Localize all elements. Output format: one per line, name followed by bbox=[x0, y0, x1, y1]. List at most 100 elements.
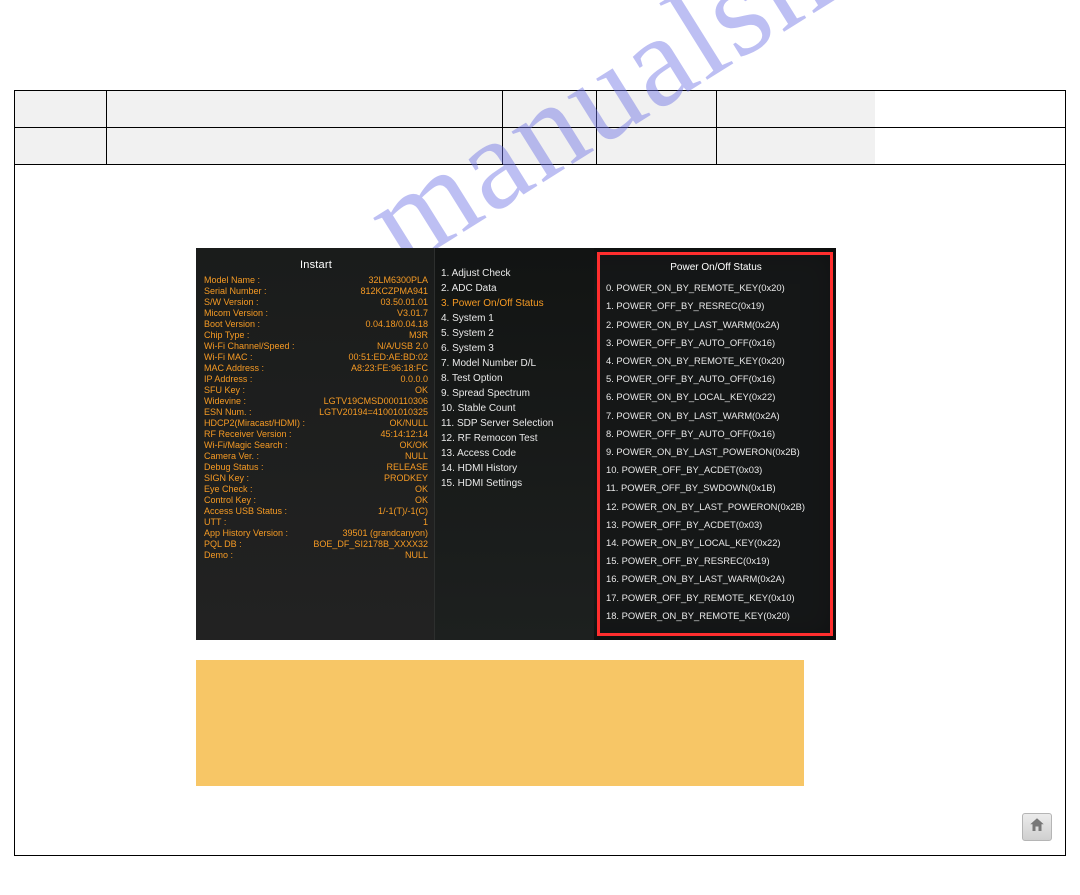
instart-key: PQL DB : bbox=[204, 539, 242, 550]
instart-value: BOE_DF_SI2178B_XXXX32 bbox=[313, 539, 428, 550]
instart-key: HDCP2(Miracast/HDMI) : bbox=[204, 418, 305, 429]
power-status-row: 6. POWER_ON_BY_LOCAL_KEY(0x22) bbox=[606, 388, 826, 406]
home-button[interactable] bbox=[1022, 813, 1052, 841]
instart-key: IP Address : bbox=[204, 374, 252, 385]
power-status-row: 3. POWER_OFF_BY_AUTO_OFF(0x16) bbox=[606, 334, 826, 352]
instart-value: RELEASE bbox=[386, 462, 428, 473]
instart-key: UTT : bbox=[204, 517, 226, 528]
menu-list: 1. Adjust Check2. ADC Data3. Power On/Of… bbox=[434, 248, 594, 640]
menu-item[interactable]: 13. Access Code bbox=[441, 446, 590, 461]
instart-row: RF Receiver Version : 45:14:12:14 bbox=[204, 429, 428, 440]
instart-key: SFU Key : bbox=[204, 385, 245, 396]
menu-item[interactable]: 7. Model Number D/L bbox=[441, 356, 590, 371]
instart-key: SIGN Key : bbox=[204, 473, 249, 484]
instart-key: Chip Type : bbox=[204, 330, 249, 341]
instart-row: Chip Type :M3R bbox=[204, 330, 428, 341]
instart-value: 39501 (grandcanyon) bbox=[342, 528, 428, 539]
menu-item[interactable]: 12. RF Remocon Test bbox=[441, 431, 590, 446]
power-status-row: 2. POWER_ON_BY_LAST_WARM(0x2A) bbox=[606, 316, 826, 334]
menu-item[interactable]: 11. SDP Server Selection bbox=[441, 416, 590, 431]
instart-key: Debug Status : bbox=[204, 462, 264, 473]
instart-value: NULL bbox=[405, 550, 428, 561]
instart-row: Wi-Fi/Magic Search :OK/OK bbox=[204, 440, 428, 451]
hdr-r2c3 bbox=[107, 128, 503, 164]
instart-key: Micom Version : bbox=[204, 308, 268, 319]
instart-row: Control Key :OK bbox=[204, 495, 428, 506]
menu-item[interactable]: 15. HDMI Settings bbox=[441, 476, 590, 491]
instart-key: Access USB Status : bbox=[204, 506, 287, 517]
callout-box bbox=[196, 660, 804, 786]
instart-row: Eye Check :OK bbox=[204, 484, 428, 495]
instart-key: Model Name : bbox=[204, 275, 260, 286]
power-status-row: 15. POWER_OFF_BY_RESREC(0x19) bbox=[606, 552, 826, 570]
instart-row: IP Address : 0.0.0.0 bbox=[204, 374, 428, 385]
instart-key: Serial Number : bbox=[204, 286, 267, 297]
instart-value: 00:51:ED:AE:BD:02 bbox=[348, 352, 428, 363]
hdr-r2c4 bbox=[503, 128, 597, 164]
instart-value: OK bbox=[415, 495, 428, 506]
instart-row: Model Name :32LM6300PLA bbox=[204, 275, 428, 286]
hdr-r2c6 bbox=[717, 128, 875, 164]
menu-item[interactable]: 14. HDMI History bbox=[441, 461, 590, 476]
power-status-row: 18. POWER_ON_BY_REMOTE_KEY(0x20) bbox=[606, 607, 826, 625]
instart-value: PRODKEY bbox=[384, 473, 428, 484]
document-header bbox=[14, 30, 1066, 165]
instart-key: App History Version : bbox=[204, 528, 288, 539]
instart-value: V3.01.7 bbox=[397, 308, 428, 319]
instart-value: NULL bbox=[405, 451, 428, 462]
instart-row: SIGN Key : PRODKEY bbox=[204, 473, 428, 484]
instart-key: Wi-Fi Channel/Speed : bbox=[204, 341, 295, 352]
instart-row: PQL DB : BOE_DF_SI2178B_XXXX32 bbox=[204, 539, 428, 550]
instart-row: App History Version : 39501 (grandcanyon) bbox=[204, 528, 428, 539]
power-status-row: 4. POWER_ON_BY_REMOTE_KEY(0x20) bbox=[606, 352, 826, 370]
instart-row: Wi-Fi Channel/Speed : N/A/USB 2.0 bbox=[204, 341, 428, 352]
instart-row: S/W Version :03.50.01.01 bbox=[204, 297, 428, 308]
power-status-row: 11. POWER_OFF_BY_SWDOWN(0x1B) bbox=[606, 479, 826, 497]
power-status-row: 13. POWER_OFF_BY_ACDET(0x03) bbox=[606, 516, 826, 534]
instart-key: Widevine : bbox=[204, 396, 246, 407]
menu-item[interactable]: 4. System 1 bbox=[441, 311, 590, 326]
menu-item[interactable]: 2. ADC Data bbox=[441, 281, 590, 296]
instart-value: OK/NULL bbox=[389, 418, 428, 429]
power-status-row: 1. POWER_OFF_BY_RESREC(0x19) bbox=[606, 297, 826, 315]
instart-value: 45:14:12:14 bbox=[380, 429, 428, 440]
menu-item[interactable]: 8. Test Option bbox=[441, 371, 590, 386]
instart-value: 0.04.18/0.04.18 bbox=[365, 319, 428, 330]
instart-title: Instart bbox=[204, 260, 428, 271]
power-status-row: 12. POWER_ON_BY_LAST_POWERON(0x2B) bbox=[606, 498, 826, 516]
hdr-r1c3 bbox=[107, 91, 503, 127]
menu-item[interactable]: 10. Stable Count bbox=[441, 401, 590, 416]
instart-row: Widevine :LGTV19CMSD000110306 bbox=[204, 396, 428, 407]
page: manualsh . om Instart Model Name :32LM63… bbox=[0, 0, 1080, 895]
instart-value: N/A/USB 2.0 bbox=[377, 341, 428, 352]
menu-item[interactable]: 9. Spread Spectrum bbox=[441, 386, 590, 401]
instart-row: Camera Ver. :NULL bbox=[204, 451, 428, 462]
instart-value: A8:23:FE:96:18:FC bbox=[351, 363, 428, 374]
title-bar bbox=[14, 30, 1066, 91]
instart-row: Debug Status : RELEASE bbox=[204, 462, 428, 473]
instart-value: 0.0.0.0 bbox=[400, 374, 428, 385]
power-status-row: 10. POWER_OFF_BY_ACDET(0x03) bbox=[606, 461, 826, 479]
instart-row: Wi-Fi MAC :00:51:ED:AE:BD:02 bbox=[204, 352, 428, 363]
power-status-panel: Power On/Off Status 0. POWER_ON_BY_REMOT… bbox=[597, 252, 833, 636]
instart-row: Access USB Status :1/-1(T)/-1(C) bbox=[204, 506, 428, 517]
power-status-row: 17. POWER_OFF_BY_REMOTE_KEY(0x10) bbox=[606, 589, 826, 607]
instart-row: MAC Address :A8:23:FE:96:18:FC bbox=[204, 363, 428, 374]
instart-value: LGTV20194=41001010325 bbox=[319, 407, 428, 418]
instart-key: RF Receiver Version : bbox=[204, 429, 292, 440]
menu-item[interactable]: 3. Power On/Off Status bbox=[441, 296, 590, 311]
instart-value: 812KCZPMA941 bbox=[360, 286, 428, 297]
menu-item[interactable]: 6. System 3 bbox=[441, 341, 590, 356]
home-icon bbox=[1028, 816, 1046, 839]
power-status-row: 16. POWER_ON_BY_LAST_WARM(0x2A) bbox=[606, 570, 826, 588]
instart-panel: Instart Model Name :32LM6300PLASerial Nu… bbox=[196, 248, 434, 640]
hdr-r2c2 bbox=[15, 128, 107, 164]
instart-value: 1 bbox=[423, 517, 428, 528]
power-status-row: 7. POWER_ON_BY_LAST_WARM(0x2A) bbox=[606, 407, 826, 425]
instart-key: Wi-Fi/Magic Search : bbox=[204, 440, 288, 451]
tv-screenshot: Instart Model Name :32LM6300PLASerial Nu… bbox=[196, 248, 836, 640]
menu-item[interactable]: 5. System 2 bbox=[441, 326, 590, 341]
menu-item[interactable]: 1. Adjust Check bbox=[441, 266, 590, 281]
instart-row: Serial Number : 812KCZPMA941 bbox=[204, 286, 428, 297]
hdr-r1c4 bbox=[503, 91, 597, 127]
